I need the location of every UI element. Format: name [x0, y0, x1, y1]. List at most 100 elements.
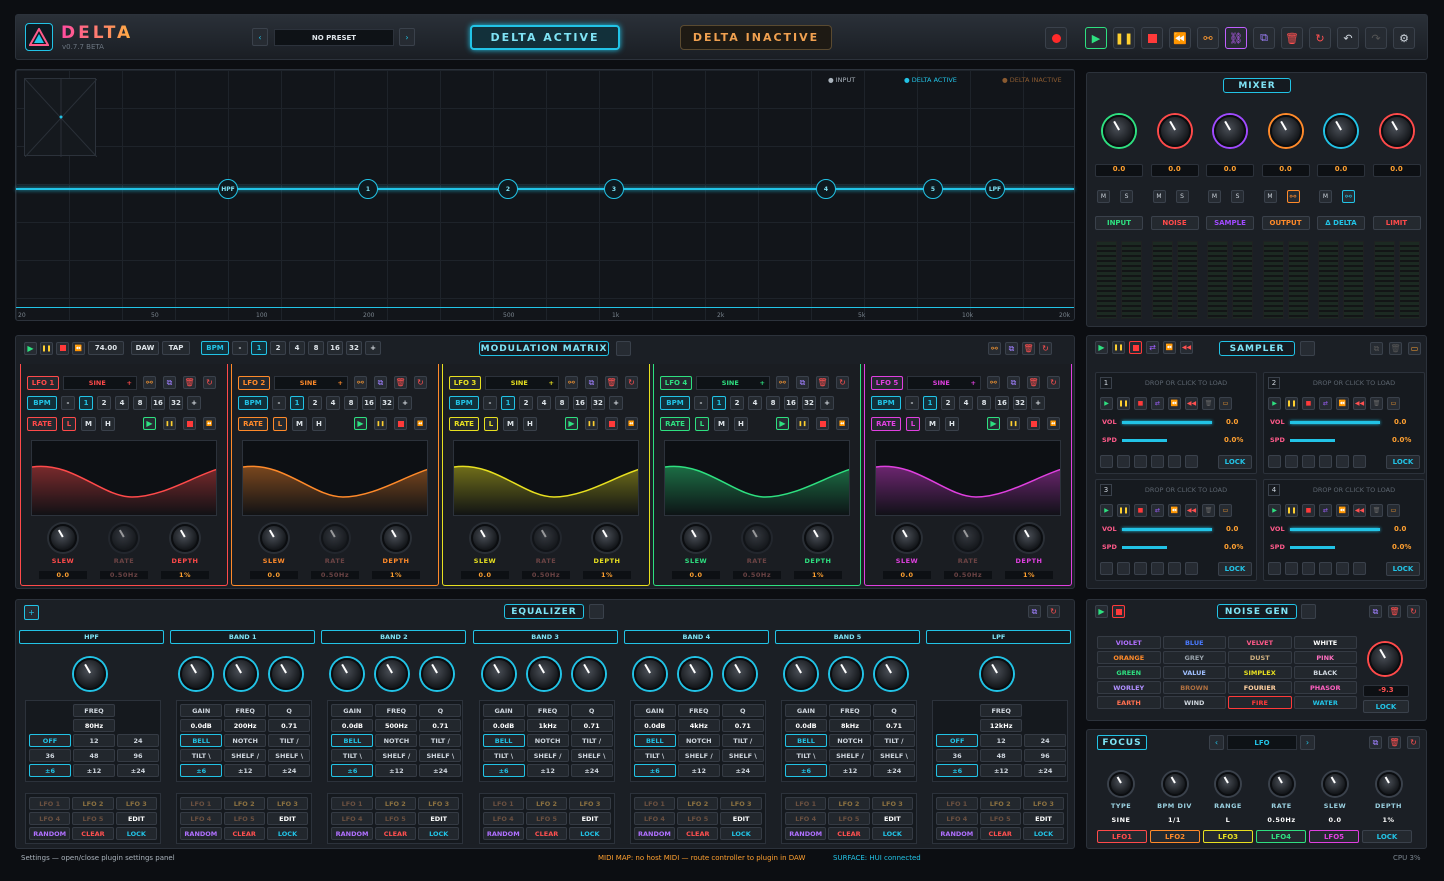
- link-icon[interactable]: ⚯: [1342, 190, 1355, 203]
- gain-knob[interactable]: [482, 658, 515, 690]
- slew-knob[interactable]: [49, 524, 77, 552]
- pad-button[interactable]: [1168, 562, 1181, 575]
- pause-icon[interactable]: ❚❚: [585, 417, 598, 430]
- lock-button[interactable]: LOCK: [266, 827, 309, 840]
- freq-knob[interactable]: [527, 658, 560, 690]
- division-button[interactable]: 32: [169, 396, 183, 410]
- play-icon[interactable]: ▶: [987, 417, 1000, 430]
- clear-button[interactable]: CLEAR: [374, 827, 417, 840]
- noise-toggle[interactable]: [1301, 604, 1316, 619]
- bpm-value[interactable]: 74.00: [88, 341, 124, 355]
- rate-mode-button[interactable]: RATE: [238, 417, 268, 431]
- shuffle-icon[interactable]: ⇄: [1319, 397, 1332, 410]
- link-icon[interactable]: ⚯: [988, 342, 1001, 355]
- q-knob[interactable]: [723, 658, 756, 690]
- division-button[interactable]: 4: [959, 396, 973, 410]
- mod-source-button[interactable]: LFO 5: [979, 812, 1021, 825]
- division-button[interactable]: 16: [362, 396, 376, 410]
- copy-icon[interactable]: ⧉: [374, 376, 387, 389]
- trash-icon[interactable]: 🗑: [1022, 342, 1035, 355]
- division-button[interactable]: 32: [346, 341, 362, 355]
- rate-knob[interactable]: [954, 524, 982, 552]
- pad-button[interactable]: [1285, 562, 1298, 575]
- node-band4[interactable]: 4: [816, 179, 836, 199]
- sampler-toggle[interactable]: [1300, 341, 1315, 356]
- rate-knob[interactable]: [532, 524, 560, 552]
- mute-button[interactable]: M: [1319, 190, 1332, 203]
- division-button[interactable]: 1: [923, 396, 937, 410]
- solo-button[interactable]: S: [1231, 190, 1244, 203]
- spd-slider[interactable]: [1122, 546, 1167, 549]
- slope-button[interactable]: ±6: [29, 764, 71, 777]
- division-button[interactable]: 1: [79, 396, 93, 410]
- vol-slider[interactable]: [1122, 528, 1212, 531]
- band-header[interactable]: LPF: [926, 630, 1072, 644]
- band-header[interactable]: BAND 2: [321, 630, 467, 644]
- division-button[interactable]: 1: [251, 341, 267, 355]
- slope-button[interactable]: 36: [936, 749, 979, 762]
- mod-source-button[interactable]: LFO 3: [720, 797, 762, 810]
- shape-button[interactable]: NOTCH: [224, 734, 267, 747]
- copy-icon[interactable]: ⧉: [1369, 605, 1382, 618]
- lfo-name[interactable]: LFO 1: [27, 376, 59, 390]
- rewind-icon[interactable]: ⏪: [625, 417, 638, 430]
- mod-source-button[interactable]: LFO 1: [331, 797, 373, 810]
- lfo-name[interactable]: LFO 5: [871, 376, 903, 390]
- division-button[interactable]: -: [272, 396, 286, 410]
- link-icon[interactable]: ⚯: [354, 376, 367, 389]
- range-high-button[interactable]: H: [944, 417, 959, 431]
- depth-knob[interactable]: [171, 524, 199, 552]
- link-icon[interactable]: ⚯: [143, 376, 156, 389]
- depth-knob[interactable]: [382, 524, 410, 552]
- pad-button[interactable]: [1117, 455, 1130, 468]
- noise-lock-button[interactable]: LOCK: [1363, 700, 1409, 713]
- pad-button[interactable]: [1185, 562, 1198, 575]
- division-button[interactable]: +: [365, 341, 381, 355]
- range-mid-button[interactable]: M: [714, 417, 729, 431]
- noise-type-button[interactable]: FIRE: [1228, 696, 1292, 709]
- mod-source-button[interactable]: LFO 4: [482, 812, 524, 825]
- shuffle-icon[interactable]: ⇄: [1146, 341, 1159, 354]
- mixer-channel-label[interactable]: NOISE: [1150, 216, 1199, 230]
- range-mid-button[interactable]: M: [292, 417, 307, 431]
- shape-button[interactable]: SHELF /: [375, 749, 418, 762]
- rate-mode-button[interactable]: RATE: [449, 417, 479, 431]
- shape-button[interactable]: TILT /: [721, 734, 764, 747]
- noise-type-button[interactable]: VELVET: [1228, 636, 1292, 649]
- trash-icon[interactable]: 🗑: [183, 376, 196, 389]
- lock-button[interactable]: LOCK: [1386, 562, 1420, 576]
- rewind-icon[interactable]: ⏪: [1163, 341, 1176, 354]
- shape-button[interactable]: ±6: [331, 764, 374, 777]
- division-button[interactable]: 1: [290, 396, 304, 410]
- drop-zone[interactable]: DROP OR CLICK TO LOAD: [1116, 379, 1256, 387]
- daw-button[interactable]: DAW: [131, 341, 159, 355]
- stop-icon[interactable]: [183, 417, 196, 430]
- mod-source-button[interactable]: LFO 2: [979, 797, 1021, 810]
- mod-source-button[interactable]: LFO 5: [72, 812, 114, 825]
- focus-lfo-button[interactable]: LFO2: [1150, 830, 1200, 843]
- mixer-channel-label[interactable]: INPUT: [1095, 216, 1143, 230]
- pad-button[interactable]: [1302, 455, 1315, 468]
- mod-source-button[interactable]: LFO 2: [223, 797, 265, 810]
- random-button[interactable]: RANDOM: [29, 827, 71, 840]
- focus-lfo-button[interactable]: LFO3: [1203, 830, 1253, 843]
- noise-type-button[interactable]: DUST: [1228, 651, 1292, 664]
- bpm-sync-button[interactable]: BPM: [238, 396, 268, 410]
- division-button[interactable]: +: [398, 396, 412, 410]
- trash-icon[interactable]: 🗑: [1389, 342, 1402, 355]
- division-button[interactable]: -: [694, 396, 708, 410]
- slope-button[interactable]: ±12: [73, 764, 115, 777]
- mod-source-button[interactable]: EDIT: [569, 812, 611, 825]
- lfo-name[interactable]: LFO 4: [660, 376, 692, 390]
- depth-knob[interactable]: [1015, 524, 1043, 552]
- lock-button[interactable]: LOCK: [1386, 455, 1420, 469]
- stop-icon[interactable]: ■: [1134, 397, 1147, 410]
- rewind-icon[interactable]: ⏪: [1168, 504, 1181, 517]
- mixer-channel-label[interactable]: LIMIT: [1372, 216, 1421, 230]
- mod-source-button[interactable]: LFO 4: [180, 812, 222, 825]
- shape-button[interactable]: TILT /: [419, 734, 462, 747]
- random-button[interactable]: RANDOM: [331, 827, 373, 840]
- pause-icon[interactable]: ❚❚: [1112, 341, 1125, 354]
- stop-icon[interactable]: [1141, 27, 1163, 49]
- range-mid-button[interactable]: M: [503, 417, 518, 431]
